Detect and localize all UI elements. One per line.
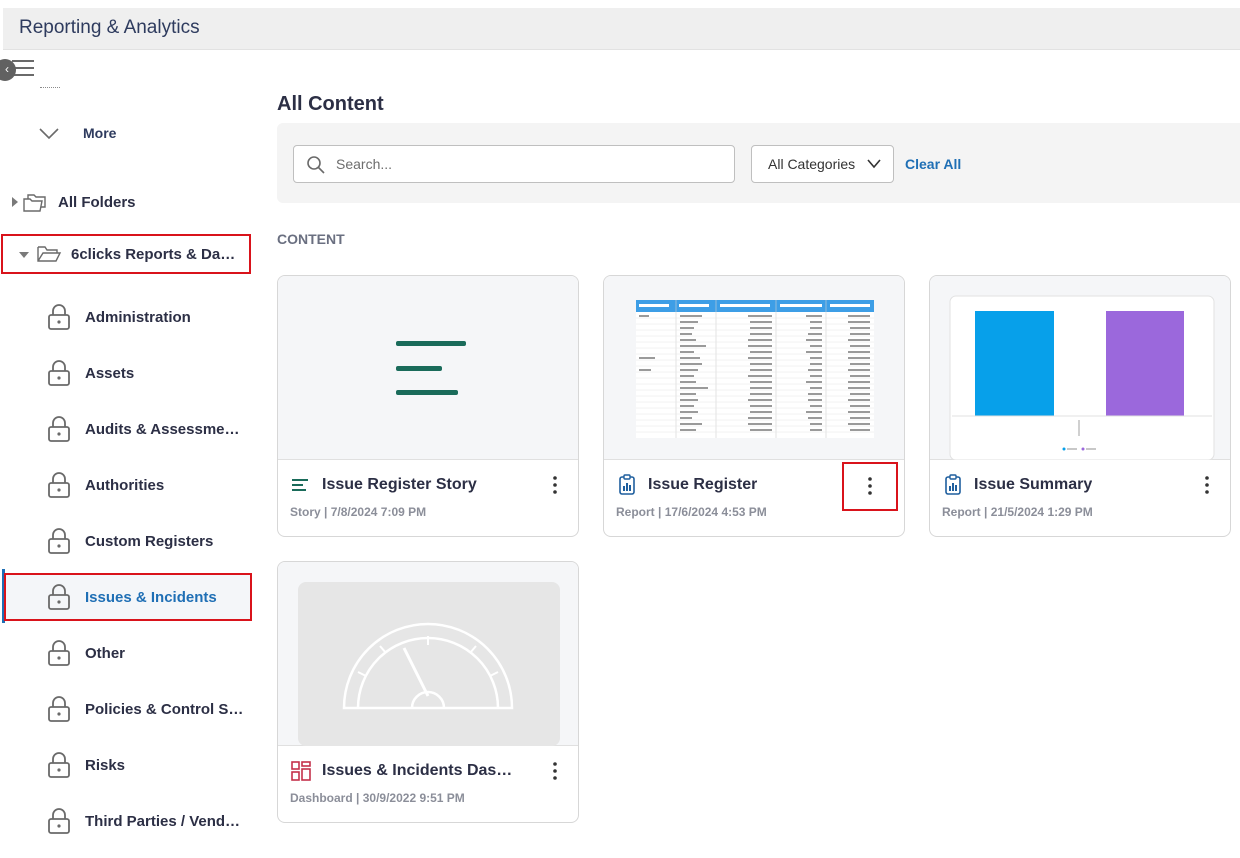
sidebar: ‹ More All Folders 6clicks Reports & Das… [0,50,262,858]
more-options-icon[interactable] [548,760,562,782]
chevron-down-icon [867,159,881,169]
folder-6clicks-reports[interactable]: 6clicks Reports & Dashboards [1,234,251,274]
card-date: 30/9/2022 9:51 PM [362,791,465,805]
table-preview-image [636,300,874,438]
page-title: All Content [277,93,384,115]
lock-icon [48,752,70,778]
search-input[interactable] [336,146,716,182]
card-type: Report [616,505,655,519]
sidebar-item-authorities[interactable]: Authorities [4,461,252,509]
sidebar-item-custom-registers[interactable]: Custom Registers [4,517,252,565]
caret-down-icon[interactable] [19,249,29,259]
dashboard-icon [291,761,311,781]
content-card[interactable]: Issue Register Story Story | 7/8/2024 7:… [277,275,579,537]
app-title: Reporting & Analytics [19,17,200,38]
sidebar-item-policies[interactable]: Policies & Control Sets [4,685,252,733]
highlighted-more-options[interactable] [842,462,898,511]
sidebar-item-assets[interactable]: Assets [4,349,252,397]
meta-separator: | [356,791,360,805]
chevron-down-icon [39,128,59,140]
content-card[interactable]: Issues & Incidents Dashboard Dashboard |… [277,561,579,823]
folder-label: All Folders [58,193,136,211]
lock-icon [48,808,70,834]
sidebar-item-label: Authorities [85,476,165,494]
lock-icon [48,528,70,554]
sidebar-item-label: Policies & Control Sets [85,700,245,718]
more-options-icon[interactable] [1200,474,1214,496]
sidebar-item-label: Issues & Incidents [85,588,217,606]
caret-right-icon[interactable] [10,197,20,207]
card-meta: Dashboard | 30/9/2022 9:51 PM [290,791,465,805]
story-thumbnail-icon [396,341,466,395]
lock-icon [48,304,70,330]
sidebar-item-label: Other [85,644,126,662]
meta-separator: | [324,505,328,519]
meta-separator: | [658,505,662,519]
card-meta: Report | 21/5/2024 1:29 PM [942,505,1093,519]
clear-all-link[interactable]: Clear All [905,156,961,172]
card-type: Report [942,505,981,519]
folders-icon [23,194,46,212]
search-box[interactable] [293,145,735,183]
folder-all-folders[interactable]: All Folders [10,191,136,213]
card-thumbnail [604,276,904,460]
content-card[interactable]: Issue Register Report | 17/6/2024 4:53 P… [603,275,905,537]
card-date: 21/5/2024 1:29 PM [990,505,1093,519]
search-icon [307,156,325,174]
sidebar-item-label: Risks [85,756,126,774]
more-options-icon[interactable] [863,475,877,497]
card-thumbnail [278,562,578,746]
clipped-item [40,87,60,90]
sidebar-item-administration[interactable]: Administration [4,293,252,341]
sidebar-item-audits[interactable]: Audits & Assessments [4,405,252,453]
card-thumbnail [278,276,578,460]
card-type: Dashboard [290,791,353,805]
open-folder-icon [37,246,62,262]
card-title: Issue Summary [974,476,1093,493]
lock-icon [48,416,70,442]
filter-bar: All Categories Clear All [277,123,1240,203]
card-title: Issue Register [648,476,758,493]
lock-icon [48,472,70,498]
lock-icon [48,584,70,610]
more-options-icon[interactable] [548,474,562,496]
card-date: 7/8/2024 7:09 PM [330,505,427,519]
sidebar-item-label: Assets [85,364,135,382]
section-label: CONTENT [277,231,345,247]
meta-separator: | [984,505,988,519]
lock-icon [48,360,70,386]
card-title: Issue Register Story [322,476,477,493]
sidebar-item-label: Administration [85,308,191,326]
sidebar-item-third-parties[interactable]: Third Parties / Vendors [4,797,252,845]
gauge-placeholder-image [298,582,560,746]
report-icon [945,474,961,495]
category-select-value: All Categories [768,156,856,172]
card-title: Issues & Incidents Dashboard [322,762,522,779]
app-header: Reporting & Analytics [3,8,1240,50]
bar-chart-preview-image [949,295,1215,461]
lock-icon [48,640,70,666]
card-date: 17/6/2024 4:53 PM [664,505,767,519]
more-toggle[interactable]: More [38,123,116,145]
card-thumbnail [930,276,1230,461]
lock-icon [48,696,70,722]
story-icon [292,479,308,491]
card-meta: Report | 17/6/2024 4:53 PM [616,505,767,519]
folder-label: 6clicks Reports & Dashboards [71,245,239,263]
more-label: More [83,125,117,141]
report-icon [619,474,635,495]
sidebar-item-risks[interactable]: Risks [4,741,252,789]
sidebar-item-label: Custom Registers [85,532,214,550]
content-card[interactable]: Issue Summary Report | 21/5/2024 1:29 PM [929,275,1231,537]
sidebar-item-other[interactable]: Other [4,629,252,677]
category-select[interactable]: All Categories [751,145,894,183]
card-meta: Story | 7/8/2024 7:09 PM [290,505,426,519]
card-type: Story [290,505,321,519]
sidebar-item-issues-incidents[interactable]: Issues & Incidents [4,573,252,621]
sidebar-item-label: Audits & Assessments [85,420,245,438]
sidebar-item-label: Third Parties / Vendors [85,812,245,830]
